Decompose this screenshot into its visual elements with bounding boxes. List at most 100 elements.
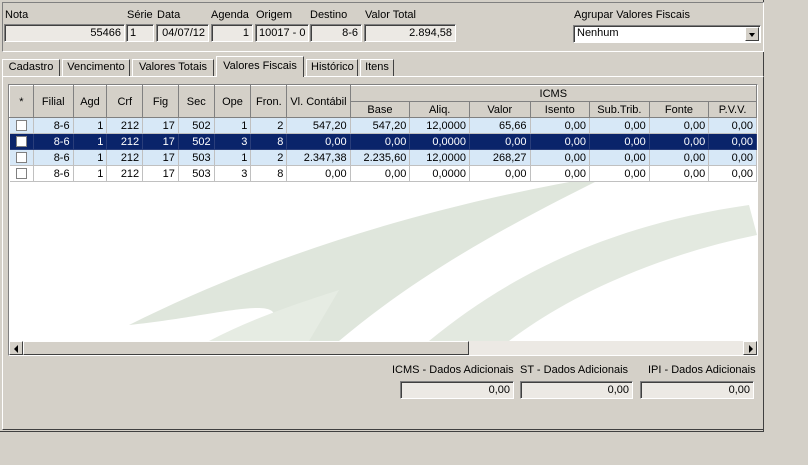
- cell-agd[interactable]: 1: [73, 133, 108, 150]
- cell-sub-trib[interactable]: 0,00: [589, 133, 650, 150]
- icms-adicionais-field[interactable]: 0,00: [400, 381, 514, 399]
- cell-fonte[interactable]: 0,00: [649, 149, 710, 166]
- cell-sub-trib[interactable]: 0,00: [589, 117, 650, 134]
- tab-cadastro[interactable]: Cadastro: [2, 59, 60, 76]
- cell-fron[interactable]: 8: [250, 165, 288, 182]
- cell-vl-contabil[interactable]: 2.347,38: [286, 149, 351, 166]
- tab-itens[interactable]: Itens: [360, 59, 394, 76]
- nota-field[interactable]: 55466: [4, 24, 125, 42]
- col-header-valor[interactable]: Valor: [469, 101, 531, 118]
- col-header-fron[interactable]: Fron.: [250, 85, 288, 118]
- cell-ope[interactable]: 1: [214, 149, 252, 166]
- origem-field[interactable]: 10017 - 0: [255, 24, 309, 42]
- table-row[interactable]: 8-6 1 212 17 503 3 8 0,00 0,00 0,0000 0,00 0,00 0,00…: [9, 165, 757, 182]
- agrupar-select[interactable]: Nenhum: [573, 25, 761, 43]
- col-header-fig[interactable]: Fig: [142, 85, 179, 118]
- cell-valor[interactable]: 0,00: [469, 133, 531, 150]
- cell-crf[interactable]: 212: [106, 133, 144, 150]
- col-header-isento[interactable]: Isento: [529, 101, 590, 118]
- cell-vl-contabil[interactable]: 0,00: [286, 165, 351, 182]
- cell-sec[interactable]: 503: [178, 149, 215, 166]
- cell-vl-contabil[interactable]: 547,20: [286, 117, 351, 134]
- table-row[interactable]: 8-6 1 212 17 502 3 8 0,00 0,00 0,0000 0,00 0,00 0,00…: [9, 133, 757, 150]
- tab-valores-fiscais[interactable]: Valores Fiscais: [216, 56, 304, 77]
- col-header-pvv[interactable]: P.V.V.: [708, 101, 757, 118]
- cell-fig[interactable]: 17: [142, 117, 179, 134]
- cell-agd[interactable]: 1: [73, 117, 108, 134]
- row-checkbox[interactable]: [15, 168, 27, 180]
- horizontal-scrollbar[interactable]: [9, 341, 757, 355]
- cell-isento[interactable]: 0,00: [530, 165, 590, 182]
- cell-fig[interactable]: 17: [142, 133, 179, 150]
- cell-valor[interactable]: 65,66: [469, 117, 531, 134]
- col-header-vl-contabil[interactable]: Vl. Contábil: [286, 85, 351, 118]
- row-checkbox-cell[interactable]: [9, 133, 34, 150]
- valor-total-field[interactable]: 2.894,58: [364, 24, 456, 42]
- cell-fron[interactable]: 8: [250, 133, 288, 150]
- agenda-field[interactable]: 1: [211, 24, 253, 42]
- cell-fonte[interactable]: 0,00: [649, 165, 710, 182]
- cell-pvv[interactable]: 0,00: [708, 165, 757, 182]
- cell-crf[interactable]: 212: [106, 149, 144, 166]
- tab-historico[interactable]: Histórico: [306, 59, 358, 76]
- table-row[interactable]: 8-6 1 212 17 503 1 2 2.347,38 2.235,60 12,0000 268…: [9, 149, 757, 166]
- scroll-right-button[interactable]: [743, 341, 757, 355]
- cell-fron[interactable]: 2: [250, 117, 288, 134]
- cell-aliq[interactable]: 12,0000: [409, 149, 471, 166]
- col-header-sub-trib[interactable]: Sub.Trib.: [588, 101, 650, 118]
- cell-filial[interactable]: 8-6: [33, 117, 74, 134]
- row-checkbox-cell[interactable]: [9, 117, 34, 134]
- row-checkbox[interactable]: [15, 152, 27, 164]
- ipi-adicionais-field[interactable]: 0,00: [640, 381, 754, 399]
- cell-base[interactable]: 547,20: [350, 117, 411, 134]
- cell-pvv[interactable]: 0,00: [708, 117, 757, 134]
- cell-base[interactable]: 0,00: [350, 165, 411, 182]
- cell-sec[interactable]: 502: [178, 117, 215, 134]
- row-checkbox-cell[interactable]: [9, 149, 34, 166]
- cell-filial[interactable]: 8-6: [33, 133, 74, 150]
- cell-vl-contabil[interactable]: 0,00: [286, 133, 351, 150]
- cell-aliq[interactable]: 12,0000: [409, 117, 471, 134]
- col-header-crf[interactable]: Crf: [106, 85, 144, 118]
- table-row[interactable]: 8-6 1 212 17 502 1 2 547,20 547,20 12,0000 65,66 0,…: [9, 117, 757, 134]
- cell-fonte[interactable]: 0,00: [649, 133, 710, 150]
- scroll-thumb[interactable]: [23, 341, 469, 355]
- col-header-fonte[interactable]: Fonte: [648, 101, 710, 118]
- cell-pvv[interactable]: 0,00: [708, 133, 757, 150]
- data-field[interactable]: 04/07/12: [156, 24, 209, 42]
- cell-isento[interactable]: 0,00: [530, 149, 590, 166]
- col-header-base[interactable]: Base: [349, 101, 411, 118]
- cell-crf[interactable]: 212: [106, 165, 144, 182]
- cell-isento[interactable]: 0,00: [530, 117, 590, 134]
- cell-filial[interactable]: 8-6: [33, 149, 74, 166]
- tab-vencimento[interactable]: Vencimento: [62, 59, 130, 76]
- cell-pvv[interactable]: 0,00: [708, 149, 757, 166]
- cell-base[interactable]: 0,00: [350, 133, 411, 150]
- col-header-marker[interactable]: *: [9, 85, 34, 118]
- cell-fonte[interactable]: 0,00: [649, 117, 710, 134]
- cell-crf[interactable]: 212: [106, 117, 144, 134]
- cell-valor[interactable]: 268,27: [469, 149, 531, 166]
- cell-sec[interactable]: 502: [178, 133, 215, 150]
- cell-aliq[interactable]: 0,0000: [409, 165, 471, 182]
- cell-ope[interactable]: 3: [214, 165, 252, 182]
- cell-fron[interactable]: 2: [250, 149, 288, 166]
- scroll-left-button[interactable]: [9, 341, 23, 355]
- destino-field[interactable]: 8-6: [310, 24, 362, 42]
- st-adicionais-field[interactable]: 0,00: [520, 381, 633, 399]
- cell-filial[interactable]: 8-6: [33, 165, 74, 182]
- row-checkbox-cell[interactable]: [9, 165, 34, 182]
- cell-sec[interactable]: 503: [178, 165, 215, 182]
- col-header-aliq[interactable]: Aliq.: [409, 101, 471, 118]
- serie-field[interactable]: 1: [126, 24, 154, 42]
- col-header-sec[interactable]: Sec: [177, 85, 215, 118]
- fiscal-values-grid[interactable]: * Filial Agd Crf Fig Sec Ope Fron. Vl. C…: [8, 84, 758, 356]
- cell-agd[interactable]: 1: [73, 149, 108, 166]
- cell-sub-trib[interactable]: 0,00: [589, 165, 650, 182]
- cell-isento[interactable]: 0,00: [530, 133, 590, 150]
- cell-fig[interactable]: 17: [142, 165, 179, 182]
- cell-ope[interactable]: 1: [214, 117, 252, 134]
- cell-valor[interactable]: 0,00: [469, 165, 531, 182]
- cell-ope[interactable]: 3: [214, 133, 252, 150]
- col-header-filial[interactable]: Filial: [32, 85, 74, 118]
